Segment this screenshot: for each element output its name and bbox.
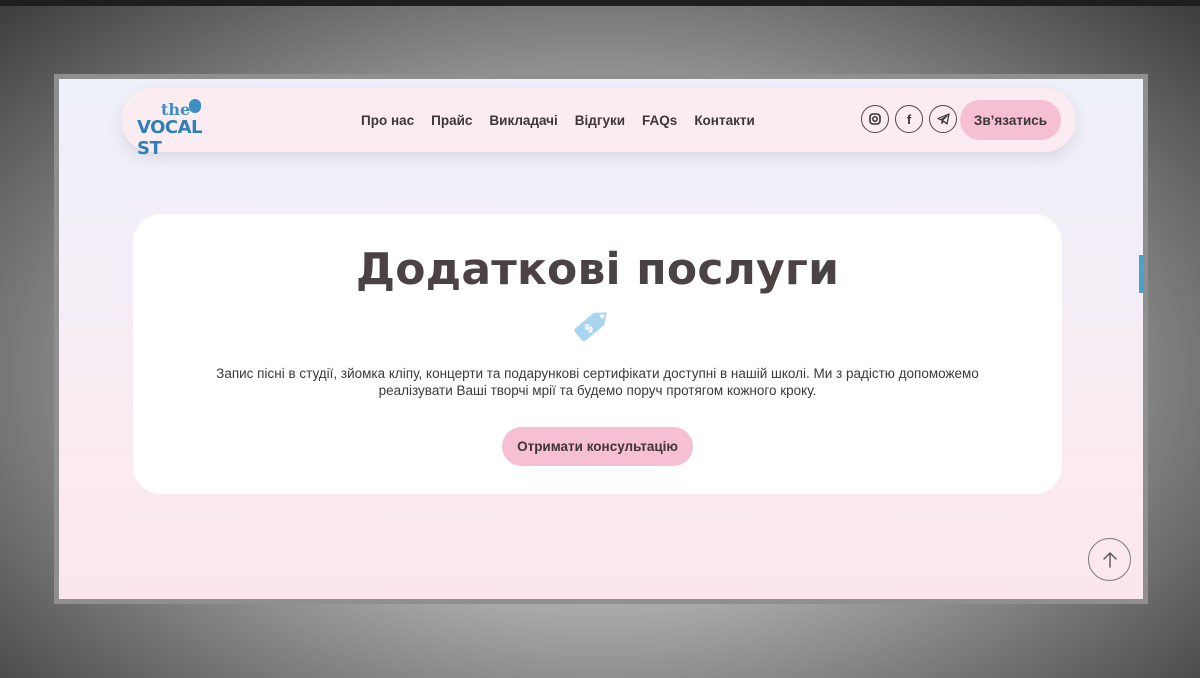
nav-item-contacts[interactable]: Контакти (694, 113, 754, 128)
instagram-icon[interactable] (861, 105, 889, 133)
scrollbar-thumb[interactable] (1139, 255, 1143, 293)
services-description: Запис пісні в студії, зйомка кліпу, конц… (173, 366, 1022, 399)
social-links: f (861, 105, 957, 133)
microphone-icon (189, 99, 201, 113)
telegram-icon[interactable] (929, 105, 957, 133)
web-page[interactable]: the VOCAL ST Про нас Прайс Викладачі Від… (59, 79, 1143, 599)
page-title: Додаткові послуги (355, 244, 840, 295)
screen-frame: the VOCAL ST Про нас Прайс Викладачі Від… (54, 74, 1148, 604)
description-line-1: Запис пісні в студії, зйомка кліпу, конц… (216, 366, 979, 381)
arrow-up-icon (1102, 551, 1117, 568)
contact-button[interactable]: Зв’язатись (960, 100, 1061, 140)
description-line-2: реалізувати Ваші творчі мрії та будемо п… (378, 382, 817, 398)
facebook-icon[interactable]: f (895, 105, 923, 133)
price-tag-icon: $ (574, 312, 607, 342)
services-card: Додаткові послуги $ Запис пісні в студії… (133, 214, 1062, 494)
site-header: the VOCAL ST Про нас Прайс Викладачі Від… (121, 88, 1076, 159)
logo[interactable]: the VOCAL ST (137, 98, 227, 159)
nav-item-teachers[interactable]: Викладачі (489, 113, 557, 128)
top-edge (0, 0, 1200, 6)
nav-item-reviews[interactable]: Відгуки (575, 113, 625, 128)
nav-item-price[interactable]: Прайс (431, 113, 472, 128)
main-nav: Про нас Прайс Викладачі Відгуки FAQs Кон… (361, 88, 755, 152)
nav-item-about[interactable]: Про нас (361, 113, 414, 128)
consultation-button[interactable]: Отримати консультацію (502, 427, 693, 466)
logo-vocalist: VOCAL ST (137, 117, 203, 159)
facebook-glyph: f (906, 111, 912, 127)
nav-item-faqs[interactable]: FAQs (642, 113, 677, 128)
scroll-to-top-button[interactable] (1088, 538, 1131, 581)
